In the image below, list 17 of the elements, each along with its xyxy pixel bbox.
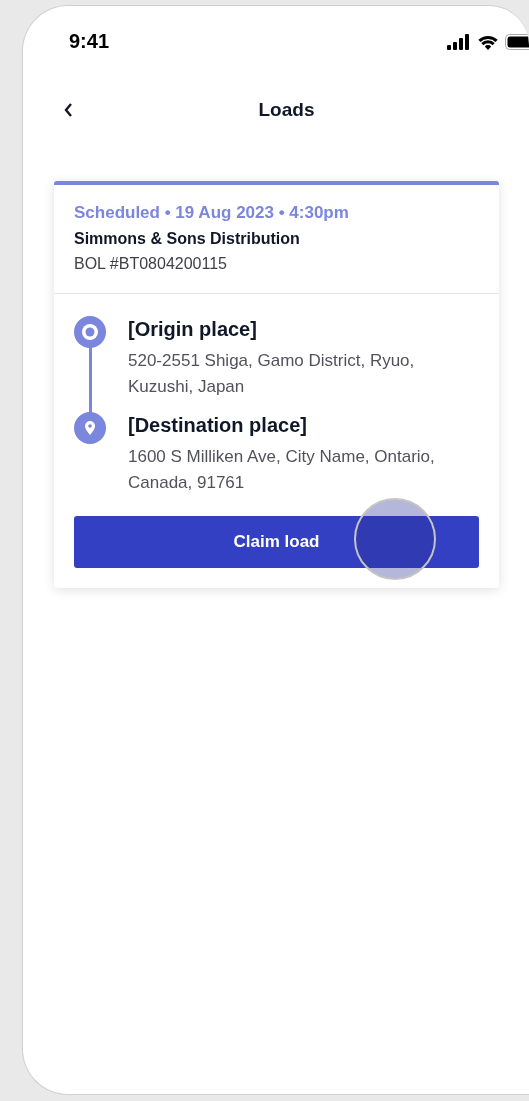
- route-line: [88, 346, 92, 414]
- battery-icon: [505, 33, 529, 50]
- origin-circle-icon: [74, 316, 106, 348]
- wifi-icon: [477, 33, 499, 50]
- status-time: 9:41: [69, 30, 110, 53]
- signal-icon: [447, 33, 471, 50]
- page-title: Loads: [258, 99, 315, 121]
- company-name: Simmons & Sons Distribution: [74, 230, 301, 248]
- claim-load-button[interactable]: Claim load: [74, 516, 479, 568]
- bol-number: BOL #BT0804200115: [74, 255, 228, 273]
- stop-name: [Destination place]: [128, 413, 308, 438]
- stop-address: 1600 S Milliken Ave, City Name, Ontario, Canada, 91761: [128, 446, 436, 494]
- back-chevron-icon: [63, 102, 73, 118]
- stop-name: [Origin place]: [128, 317, 258, 342]
- stop-address: 520-2551 Shiga, Gamo District, Ryuo, Kuzushi, Japan: [128, 350, 416, 398]
- schedule-status: Scheduled • 19 Aug 2023 • 4:30pm: [74, 203, 350, 223]
- location-pin-icon: [74, 412, 106, 444]
